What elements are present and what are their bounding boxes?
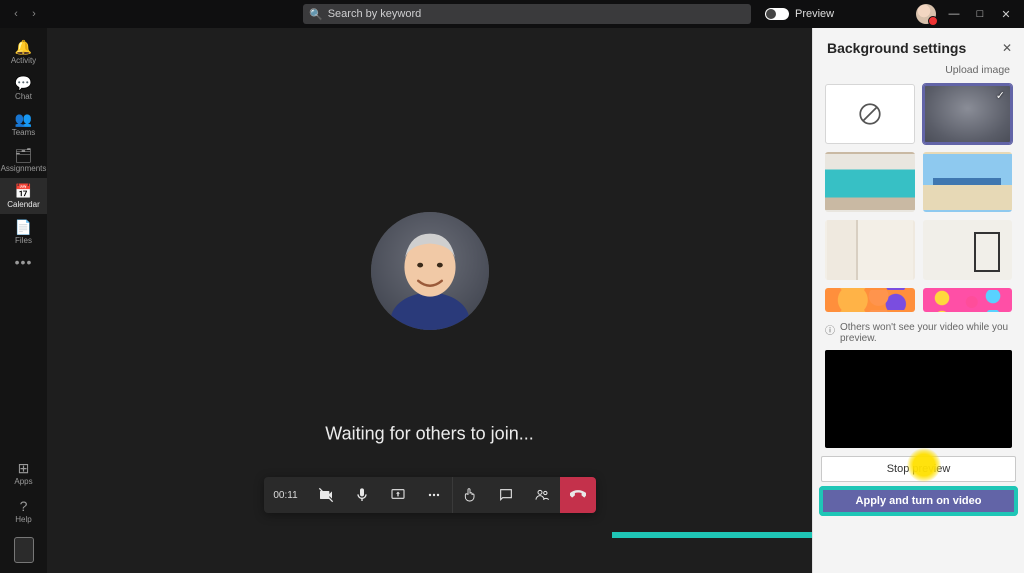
none-icon: [857, 101, 883, 127]
teams-icon: 👥: [15, 112, 32, 126]
background-options-grid: [813, 84, 1024, 312]
background-option-image[interactable]: [825, 152, 915, 212]
camera-toggle-button[interactable]: [308, 477, 344, 513]
rail-item-label: Chat: [15, 92, 32, 101]
bell-icon: 🔔: [15, 40, 32, 54]
hangup-button[interactable]: [560, 477, 596, 513]
stop-preview-button[interactable]: Stop preview: [821, 456, 1016, 482]
background-option-image[interactable]: [923, 288, 1013, 312]
device-button[interactable]: [14, 537, 34, 563]
meeting-controls: 00:11: [264, 477, 596, 513]
nav-forward-button[interactable]: ›: [26, 8, 42, 20]
profile-avatar[interactable]: [916, 4, 936, 24]
meeting-chat-button[interactable]: [488, 477, 524, 513]
rail-item-chat[interactable]: 💬 Chat: [0, 70, 47, 106]
rail-item-help[interactable]: ? Help: [0, 493, 47, 529]
participants-button[interactable]: [524, 477, 560, 513]
rail-item-apps[interactable]: ⊞ Apps: [0, 455, 47, 491]
meeting-timer: 00:11: [264, 477, 308, 513]
apps-icon: ⊞: [18, 461, 30, 475]
mic-toggle-button[interactable]: [344, 477, 380, 513]
rail-item-label: Help: [15, 515, 31, 524]
rail-item-label: Files: [15, 236, 32, 245]
assignments-icon: 🗂: [15, 148, 33, 162]
rail-item-activity[interactable]: 🔔 Activity: [0, 34, 47, 70]
video-preview: [825, 350, 1012, 448]
maximize-button[interactable]: □: [972, 6, 988, 22]
preview-toggle[interactable]: [765, 8, 789, 20]
more-actions-button[interactable]: [416, 477, 452, 513]
rail-more-button[interactable]: •••: [15, 254, 33, 270]
annotation-arrow: [612, 517, 812, 553]
background-option-image[interactable]: [923, 220, 1013, 280]
search-input[interactable]: 🔍 Search by keyword: [303, 4, 751, 24]
close-button[interactable]: ✕: [998, 6, 1014, 22]
titlebar: ‹ › 🔍 Search by keyword Preview — □ ✕: [0, 0, 1024, 28]
search-icon: 🔍: [309, 8, 323, 21]
participant-avatar: [371, 212, 489, 330]
background-option-blur[interactable]: [923, 84, 1013, 144]
rail-item-label: Teams: [12, 128, 36, 137]
raise-hand-button[interactable]: [452, 477, 488, 513]
panel-title: Background settings: [827, 40, 966, 56]
calendar-icon: 📅: [15, 184, 32, 198]
rail-item-label: Apps: [14, 477, 32, 486]
meeting-status-text: Waiting for others to join...: [325, 424, 533, 445]
nav-back-button[interactable]: ‹: [8, 8, 24, 20]
files-icon: 📄: [15, 220, 32, 234]
background-option-image[interactable]: [825, 220, 915, 280]
chat-icon: 💬: [15, 76, 32, 90]
rail-item-assignments[interactable]: 🗂 Assignments: [0, 142, 47, 178]
minimize-button[interactable]: —: [946, 6, 962, 22]
rail-item-label: Assignments: [1, 164, 47, 173]
search-placeholder: Search by keyword: [328, 8, 422, 20]
apply-turn-on-video-button[interactable]: Apply and turn on video: [821, 488, 1016, 514]
rail-item-label: Activity: [11, 56, 36, 65]
info-icon: ⓘ: [825, 322, 835, 344]
share-screen-button[interactable]: [380, 477, 416, 513]
left-rail: 🔔 Activity 💬 Chat 👥 Teams 🗂 Assignments …: [0, 28, 47, 573]
background-option-image[interactable]: [825, 288, 915, 312]
background-option-image[interactable]: [923, 152, 1013, 212]
rail-item-label: Calendar: [7, 200, 39, 209]
help-icon: ?: [20, 499, 28, 513]
rail-item-calendar[interactable]: 📅 Calendar: [0, 178, 47, 214]
background-settings-panel: Background settings ✕ Upload image ⓘ Oth…: [812, 28, 1024, 573]
preview-toggle-label: Preview: [795, 8, 834, 20]
rail-item-files[interactable]: 📄 Files: [0, 214, 47, 250]
preview-note: ⓘ Others won't see your video while you …: [813, 312, 1024, 350]
background-option-none[interactable]: [825, 84, 915, 144]
upload-image-link[interactable]: Upload image: [813, 64, 1024, 84]
panel-close-button[interactable]: ✕: [1002, 41, 1012, 55]
preview-note-text: Others won't see your video while you pr…: [840, 322, 1012, 344]
meeting-canvas: Waiting for others to join... 00:11: [47, 28, 812, 573]
rail-item-teams[interactable]: 👥 Teams: [0, 106, 47, 142]
